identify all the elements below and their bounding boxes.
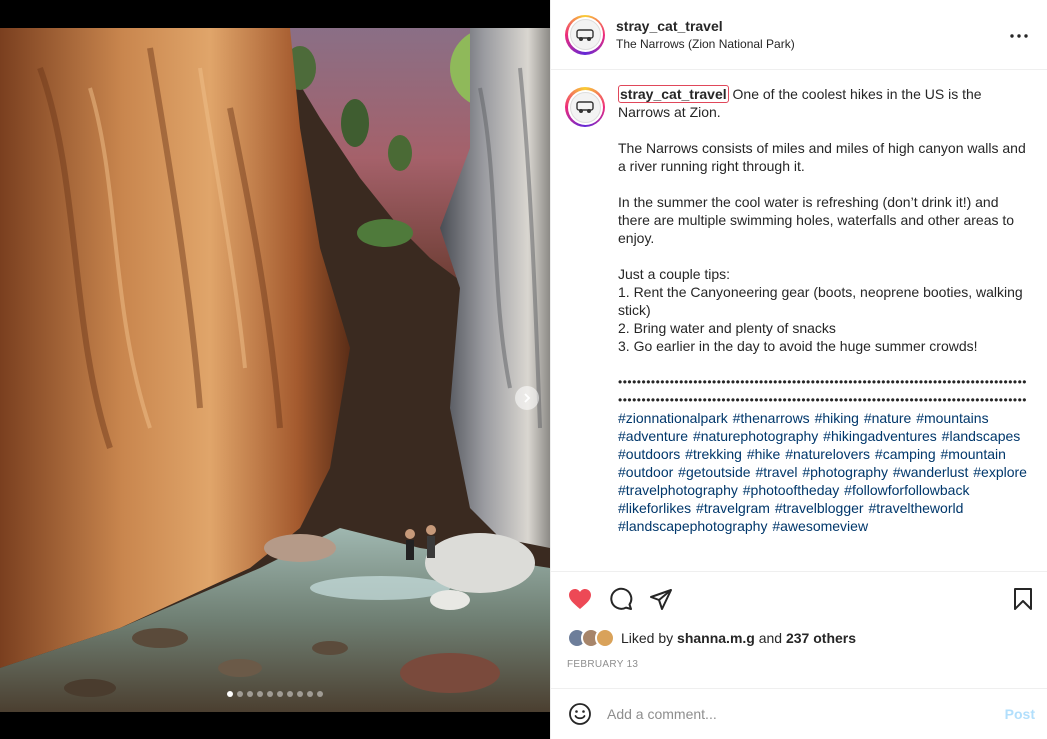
post-location[interactable]: The Narrows (Zion National Park) xyxy=(616,36,795,52)
likes-middle: and xyxy=(754,630,786,646)
chevron-right-icon xyxy=(524,393,531,403)
more-options-button[interactable] xyxy=(1007,24,1031,48)
carousel-indicator xyxy=(0,691,550,697)
caption-tip: 3. Go earlier in the day to avoid the hu… xyxy=(618,338,978,354)
avatar[interactable] xyxy=(565,14,605,55)
send-icon xyxy=(650,589,672,610)
comment-button[interactable] xyxy=(608,586,634,612)
next-slide-button[interactable] xyxy=(515,386,539,410)
post-date[interactable]: FEBRUARY 13 xyxy=(567,659,638,670)
liker-username[interactable]: shanna.m.g xyxy=(677,630,755,646)
caption-tip: 2. Bring water and plenty of snacks xyxy=(618,320,836,336)
comment-icon xyxy=(610,587,633,610)
post-header: stray_cat_travel The Narrows (Zion Natio… xyxy=(551,0,1047,70)
caption-text: stray_cat_travel One of the coolest hike… xyxy=(618,85,1028,535)
post-username[interactable]: stray_cat_travel xyxy=(616,17,795,35)
like-button[interactable] xyxy=(567,586,593,612)
carousel-dot xyxy=(297,691,303,697)
caption-section[interactable]: stray_cat_travel One of the coolest hike… xyxy=(551,71,1047,570)
carousel-dot xyxy=(227,691,233,697)
van-logo-icon xyxy=(576,28,594,41)
liker-avatar xyxy=(595,628,615,648)
emoji-icon xyxy=(569,703,591,725)
likes-prefix: Liked by xyxy=(621,630,678,646)
likes-summary[interactable]: Liked by shanna.m.g and 237 others xyxy=(567,626,856,650)
carousel-dot xyxy=(237,691,243,697)
van-logo-icon xyxy=(576,101,594,113)
carousel-dot xyxy=(287,691,293,697)
canyon-photo xyxy=(0,28,550,712)
likes-count[interactable]: 237 others xyxy=(786,630,856,646)
comment-input[interactable] xyxy=(607,706,987,722)
post-comment-button[interactable]: Post xyxy=(1005,706,1035,722)
carousel-dot xyxy=(277,691,283,697)
carousel-dot xyxy=(257,691,263,697)
caption-avatar[interactable] xyxy=(565,87,605,127)
caption-tip: 1. Rent the Canyoneering gear (boots, ne… xyxy=(618,284,1023,318)
comment-composer: Post xyxy=(551,688,1047,739)
caption-paragraph: In the summer the cool water is refreshi… xyxy=(618,194,1015,246)
share-button[interactable] xyxy=(648,586,674,612)
post-photo[interactable] xyxy=(0,28,550,712)
action-bar xyxy=(551,571,1047,621)
caption-divider: ••••••••••••••••••••••••••••••••••••••••… xyxy=(618,375,1028,407)
post-panel: stray_cat_travel The Narrows (Zion Natio… xyxy=(550,0,1047,739)
caption-paragraph: The Narrows consists of miles and miles … xyxy=(618,140,1026,174)
bookmark-icon xyxy=(1014,588,1032,610)
caption-tips-title: Just a couple tips: xyxy=(618,266,731,282)
post-media xyxy=(0,0,550,739)
heart-filled-icon xyxy=(569,589,591,609)
more-horizontal-icon xyxy=(1010,34,1028,38)
carousel-dot xyxy=(267,691,273,697)
emoji-button[interactable] xyxy=(567,701,593,727)
save-button[interactable] xyxy=(1010,586,1036,612)
carousel-dot xyxy=(247,691,253,697)
carousel-dot xyxy=(307,691,313,697)
carousel-dot xyxy=(317,691,323,697)
caption-hashtags[interactable]: #zionnationalpark #thenarrows #hiking #n… xyxy=(618,409,1028,535)
caption-username[interactable]: stray_cat_travel xyxy=(618,85,729,103)
